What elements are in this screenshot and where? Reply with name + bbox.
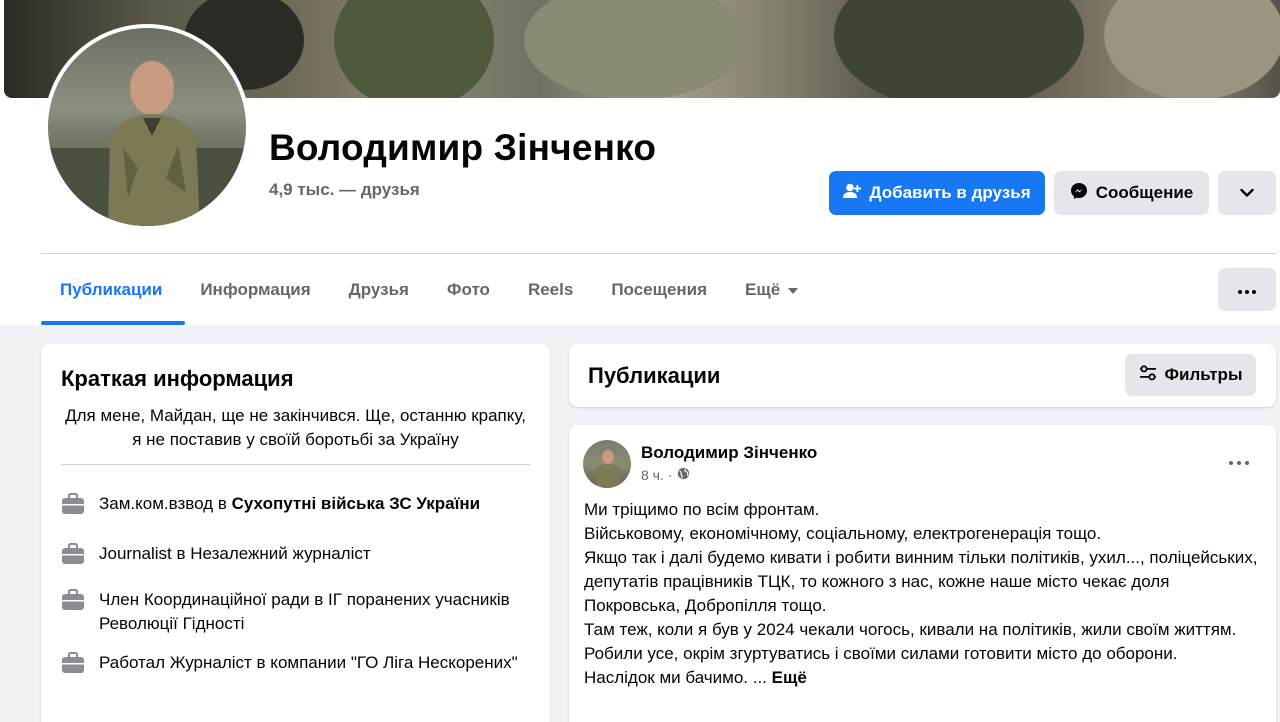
message-button[interactable]: Сообщение [1054, 171, 1209, 215]
post-line: Ми тріщимо по всім фронтам. [584, 500, 820, 519]
tab-label: Публикации [60, 280, 163, 299]
cover-figure [1104, 0, 1280, 98]
briefcase-icon [61, 588, 85, 612]
post-last-line: Наслідок ми бачимо. ... [584, 668, 767, 687]
tab-label: Ещё [745, 280, 781, 299]
post-author-name[interactable]: Володимир Зінченко [641, 443, 817, 463]
cover-figure [334, 0, 494, 98]
more-dots-icon [1238, 281, 1256, 299]
filters-icon [1139, 364, 1157, 386]
tab-more[interactable]: Ещё [726, 268, 817, 312]
post-author-avatar[interactable] [583, 440, 631, 488]
add-friend-icon [843, 183, 862, 204]
tabs-more-button[interactable] [1218, 268, 1276, 311]
briefcase-icon [61, 651, 85, 675]
tab-label: Reels [527, 280, 574, 299]
chevron-down-icon [1240, 183, 1254, 203]
tab-label: Информация [200, 280, 311, 299]
posts-title: Публикации [588, 363, 721, 388]
intro-item: Работал Журналіст в компании "ГО Ліга Не… [61, 651, 530, 675]
intro-item-text: Работал Журналіст в компании "ГО Ліга Не… [99, 653, 518, 672]
filters-button[interactable]: Фильтры [1125, 354, 1256, 396]
intro-item-text: Член Координаційної ради в ІГ поранених … [99, 590, 510, 633]
see-more-link[interactable]: Ещё [772, 668, 807, 687]
tab-publications[interactable]: Публикации [41, 268, 181, 312]
cover-figure [524, 0, 744, 98]
intro-item-link[interactable]: Сухопутні війська ЗС України [232, 494, 481, 513]
add-friend-button[interactable]: Добавить в друзья [829, 171, 1045, 215]
more-dots-icon [1229, 452, 1249, 470]
intro-item-prefix: Зам.ком.взвод в [99, 494, 232, 513]
intro-card: Краткая информация Для мене, Майдан, ще … [41, 344, 550, 722]
meta-separator: · [667, 467, 673, 483]
add-friend-label: Добавить в друзья [869, 183, 1031, 202]
profile-avatar[interactable] [44, 24, 250, 230]
intro-divider [61, 464, 530, 465]
intro-title: Краткая информация [61, 366, 294, 391]
header-divider [41, 253, 1276, 254]
intro-item-text: Зам.ком.взвод в Сухопутні війська ЗС Укр… [99, 492, 480, 516]
intro-bio: Для мене, Майдан, ще не закінчився. Ще, … [65, 406, 526, 449]
profile-name: Володимир Зінченко [269, 127, 657, 168]
globe-icon [677, 467, 690, 483]
intro-item: Член Координаційної ради в ІГ поранених … [61, 588, 530, 636]
active-tab-indicator [41, 321, 185, 325]
filters-label: Фильтры [1164, 365, 1243, 384]
tab-checkins[interactable]: Посещения [592, 268, 726, 312]
posts-header-card: Публикации Фильтры [569, 344, 1276, 407]
cover-figure [834, 0, 1084, 98]
post-meta: 8 ч. · [641, 467, 690, 483]
friends-count[interactable]: 4,9 тыс. — друзья [269, 180, 420, 200]
tab-label: Посещения [611, 280, 708, 299]
avatar-figure [595, 450, 621, 488]
post-card: Володимир Зінченко 8 ч. · Ми тріщимо по … [569, 425, 1276, 722]
post-text: Ми тріщимо по всім фронтам. Військовому,… [584, 498, 1264, 690]
avatar-photo [48, 28, 246, 226]
post-line: Військовому, економічному, соціальному, … [584, 524, 1102, 543]
post-line: Наслідок ми бачимо. ... Ещё [584, 666, 1264, 690]
dropdown-caret-icon [788, 280, 799, 300]
briefcase-icon [61, 492, 85, 516]
post-time[interactable]: 8 ч. [641, 467, 664, 483]
intro-item: Journalist в Незалежний журналіст [61, 542, 530, 566]
post-line: Там теж, коли я був у 2024 чекали чогось… [584, 620, 1237, 663]
message-label: Сообщение [1095, 183, 1194, 202]
post-line: Якщо так і далі будемо кивати і робити в… [584, 548, 1258, 615]
post-options-button[interactable] [1219, 445, 1259, 477]
messenger-icon [1070, 182, 1088, 205]
tab-reels[interactable]: Reels [509, 268, 592, 312]
briefcase-icon [61, 542, 85, 566]
tab-photos[interactable]: Фото [428, 268, 509, 312]
tab-friends[interactable]: Друзья [330, 268, 428, 312]
tab-label: Фото [446, 280, 490, 299]
intro-item: Зам.ком.взвод в Сухопутні війська ЗС Укр… [61, 492, 530, 516]
profile-tabs: Публикации Информация Друзья Фото Reels … [41, 268, 817, 325]
tab-label: Друзья [348, 280, 409, 299]
tab-information[interactable]: Информация [181, 268, 329, 312]
avatar-figure [48, 61, 246, 226]
intro-item-text: Journalist в Незалежний журналіст [99, 544, 371, 563]
profile-options-button[interactable] [1218, 171, 1276, 215]
